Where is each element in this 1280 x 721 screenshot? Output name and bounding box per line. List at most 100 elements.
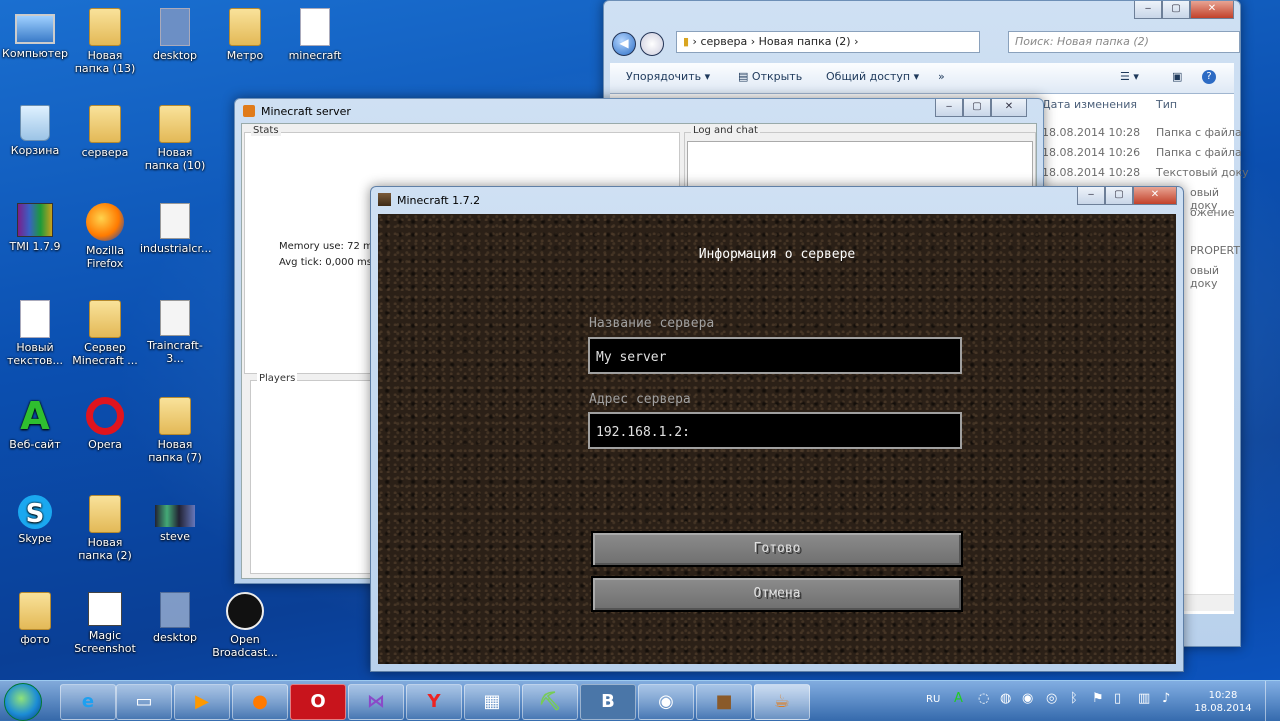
share-button[interactable]: Общий доступ ▾ [826,70,919,83]
forward-icon[interactable] [640,32,664,56]
more-button[interactable]: » [938,70,945,83]
address-bar[interactable]: ▮ › сервера › Новая папка (2) › [676,31,980,53]
help-icon[interactable]: ? [1202,70,1216,84]
obs-icon[interactable]: ◉ [638,684,694,720]
clock-date: 18.08.2014 [1194,703,1252,714]
archive-icon [17,203,53,237]
java-icon[interactable]: ☕ [754,684,810,720]
desktop-icon-minecraft[interactable]: minecraft [280,8,350,62]
volume-icon[interactable]: ♪ [1162,691,1170,706]
media-player-icon[interactable]: ▶ [174,684,230,720]
cancel-button[interactable]: Отмена [591,576,963,612]
close-button[interactable]: ✕ [991,99,1027,117]
desktop-icon-magic-screenshot[interactable]: Magic Screenshot [70,592,140,655]
desktop-icon-folder-7[interactable]: Новая папка (7) [140,397,210,464]
desktop-icon-new-text[interactable]: Новый текстов... [0,300,70,367]
desktop-icon-traincraft[interactable]: Traincraft-3... [140,300,210,365]
game-screen: Информация о сервере Название сервера My… [378,214,1176,664]
device-icon[interactable]: ▯ [1114,691,1121,706]
maximize-button[interactable]: ▢ [963,99,991,117]
bluetooth-icon[interactable]: ᛒ [1070,691,1078,706]
breadcrumb-item[interactable]: сервера [700,35,747,48]
java-file-icon [160,203,190,239]
tray-skype-icon[interactable]: ◌ [978,691,989,706]
minecraft-launcher-icon[interactable]: ■ [696,684,752,720]
firefox-icon[interactable]: ● [232,684,288,720]
list-item[interactable]: 18.08.2014 10:28 Папка с файла [1042,126,1242,139]
language-indicator[interactable]: RU [926,694,940,705]
server-address-field[interactable]: 192.168.1.2: [588,412,962,449]
yandex-icon[interactable]: Y [406,684,462,720]
document-icon [300,8,330,46]
minecraft-window[interactable]: Minecraft 1.7.2 ‒ ▢ ✕ Информация о серве… [370,186,1184,672]
column-header-type[interactable]: Тип [1156,98,1177,111]
desktop-icon-firefox[interactable]: Mozilla Firefox [70,203,140,270]
folder-icon [159,105,191,143]
visual-studio-icon[interactable]: ⋈ [348,684,404,720]
breadcrumb-item[interactable]: Новая папка (2) [759,35,851,48]
open-button[interactable]: ▤ Открыть [738,70,802,83]
column-header-date[interactable]: Дата изменения [1042,98,1137,111]
recycle-bin-icon [20,105,50,141]
desktop-icon-servers[interactable]: сервера [70,105,140,159]
list-item[interactable]: 18.08.2014 10:28 Текстовый доку [1042,166,1249,179]
view-icon[interactable]: ☰ ▾ [1120,70,1139,83]
desktop-icon-opera[interactable]: Opera [70,397,140,451]
list-item[interactable]: 18.08.2014 10:26 Папка с файла [1042,146,1242,159]
desktop-icon-desktop[interactable]: desktop [140,8,210,62]
desktop-icon-metro[interactable]: Метро [210,8,280,62]
log-group: Log and chat [684,125,1036,194]
server-name-field[interactable]: My server [588,337,962,374]
desktop-icon-steve[interactable]: steve [140,495,210,543]
minecraft-pickaxe-icon[interactable]: ⛏ [522,684,578,720]
list-item[interactable]: ожение [1190,206,1235,219]
start-button[interactable] [4,683,42,721]
tray-website-icon[interactable]: A [954,691,963,706]
close-button[interactable]: ✕ [1133,187,1177,205]
list-item[interactable]: PROPERT [1190,244,1240,257]
taskbar: e ▭ ▶ ● O ⋈ Y ▦ ⛏ B ◉ ■ ☕ RU A ◌ ◍ ◉ ◎ ᛒ… [0,680,1280,721]
open-icon: ▤ [738,70,749,83]
system-clock[interactable]: 10:28 18.08.2014 [1192,689,1254,715]
website-icon: A [20,394,50,438]
opera-icon[interactable]: O [290,684,346,720]
desktop-icon-recycle-bin[interactable]: Корзина [0,105,70,157]
desktop-icon-website[interactable]: A Веб-сайт [0,397,70,451]
desktop-icon-photo[interactable]: фото [0,592,70,646]
network-icon[interactable]: ▥ [1138,691,1150,706]
tray-app-icon[interactable]: ◍ [1000,691,1011,706]
desktop-icon-tmi[interactable]: TMI 1.7.9 [0,203,70,253]
action-center-icon[interactable]: ⚑ [1092,691,1104,706]
desktop-icon-skype[interactable]: S Skype [0,495,70,545]
desktop-icon-computer[interactable]: Компьютер [0,8,70,60]
vk-icon[interactable]: B [580,684,636,720]
tray-obs-icon[interactable]: ◉ [1022,691,1033,706]
desktop-icon-desktop-2[interactable]: desktop [140,592,210,644]
desktop-icon-obs[interactable]: Open Broadcast... [210,592,280,659]
minimize-button[interactable]: ‒ [1077,187,1105,205]
list-item[interactable]: овый доку [1190,264,1234,290]
desktop-icon-industrialcraft[interactable]: industrialcr... [140,203,211,255]
close-button[interactable]: ✕ [1190,1,1234,19]
desktop-icon-folder-10[interactable]: Новая папка (10) [140,105,210,172]
minimize-button[interactable]: ‒ [1134,1,1162,19]
back-icon[interactable]: ◀ [612,32,636,56]
calculator-icon[interactable]: ▦ [464,684,520,720]
desktop-icon-folder[interactable]: Новая папка (13) [70,8,140,75]
maximize-button[interactable]: ▢ [1162,1,1190,19]
players-group: Players [250,373,382,574]
ie-icon[interactable]: e [60,684,116,720]
tray-steam-icon[interactable]: ◎ [1046,691,1057,706]
preview-pane-icon[interactable]: ▣ [1172,70,1182,83]
explorer-icon[interactable]: ▭ [116,684,172,720]
desktop-icon-server-minecraft[interactable]: Сервер Minecraft ... [70,300,140,367]
maximize-button[interactable]: ▢ [1105,187,1133,205]
done-button[interactable]: Готово [591,531,963,567]
window-title: Minecraft server [261,105,351,118]
organize-button[interactable]: Упорядочить ▾ [626,70,710,83]
desktop-icon-folder-2[interactable]: Новая папка (2) [70,495,140,562]
show-desktop-button[interactable] [1265,681,1280,721]
search-input[interactable]: Поиск: Новая папка (2) [1008,31,1240,53]
minimize-button[interactable]: ‒ [935,99,963,117]
folder-icon [19,592,51,630]
